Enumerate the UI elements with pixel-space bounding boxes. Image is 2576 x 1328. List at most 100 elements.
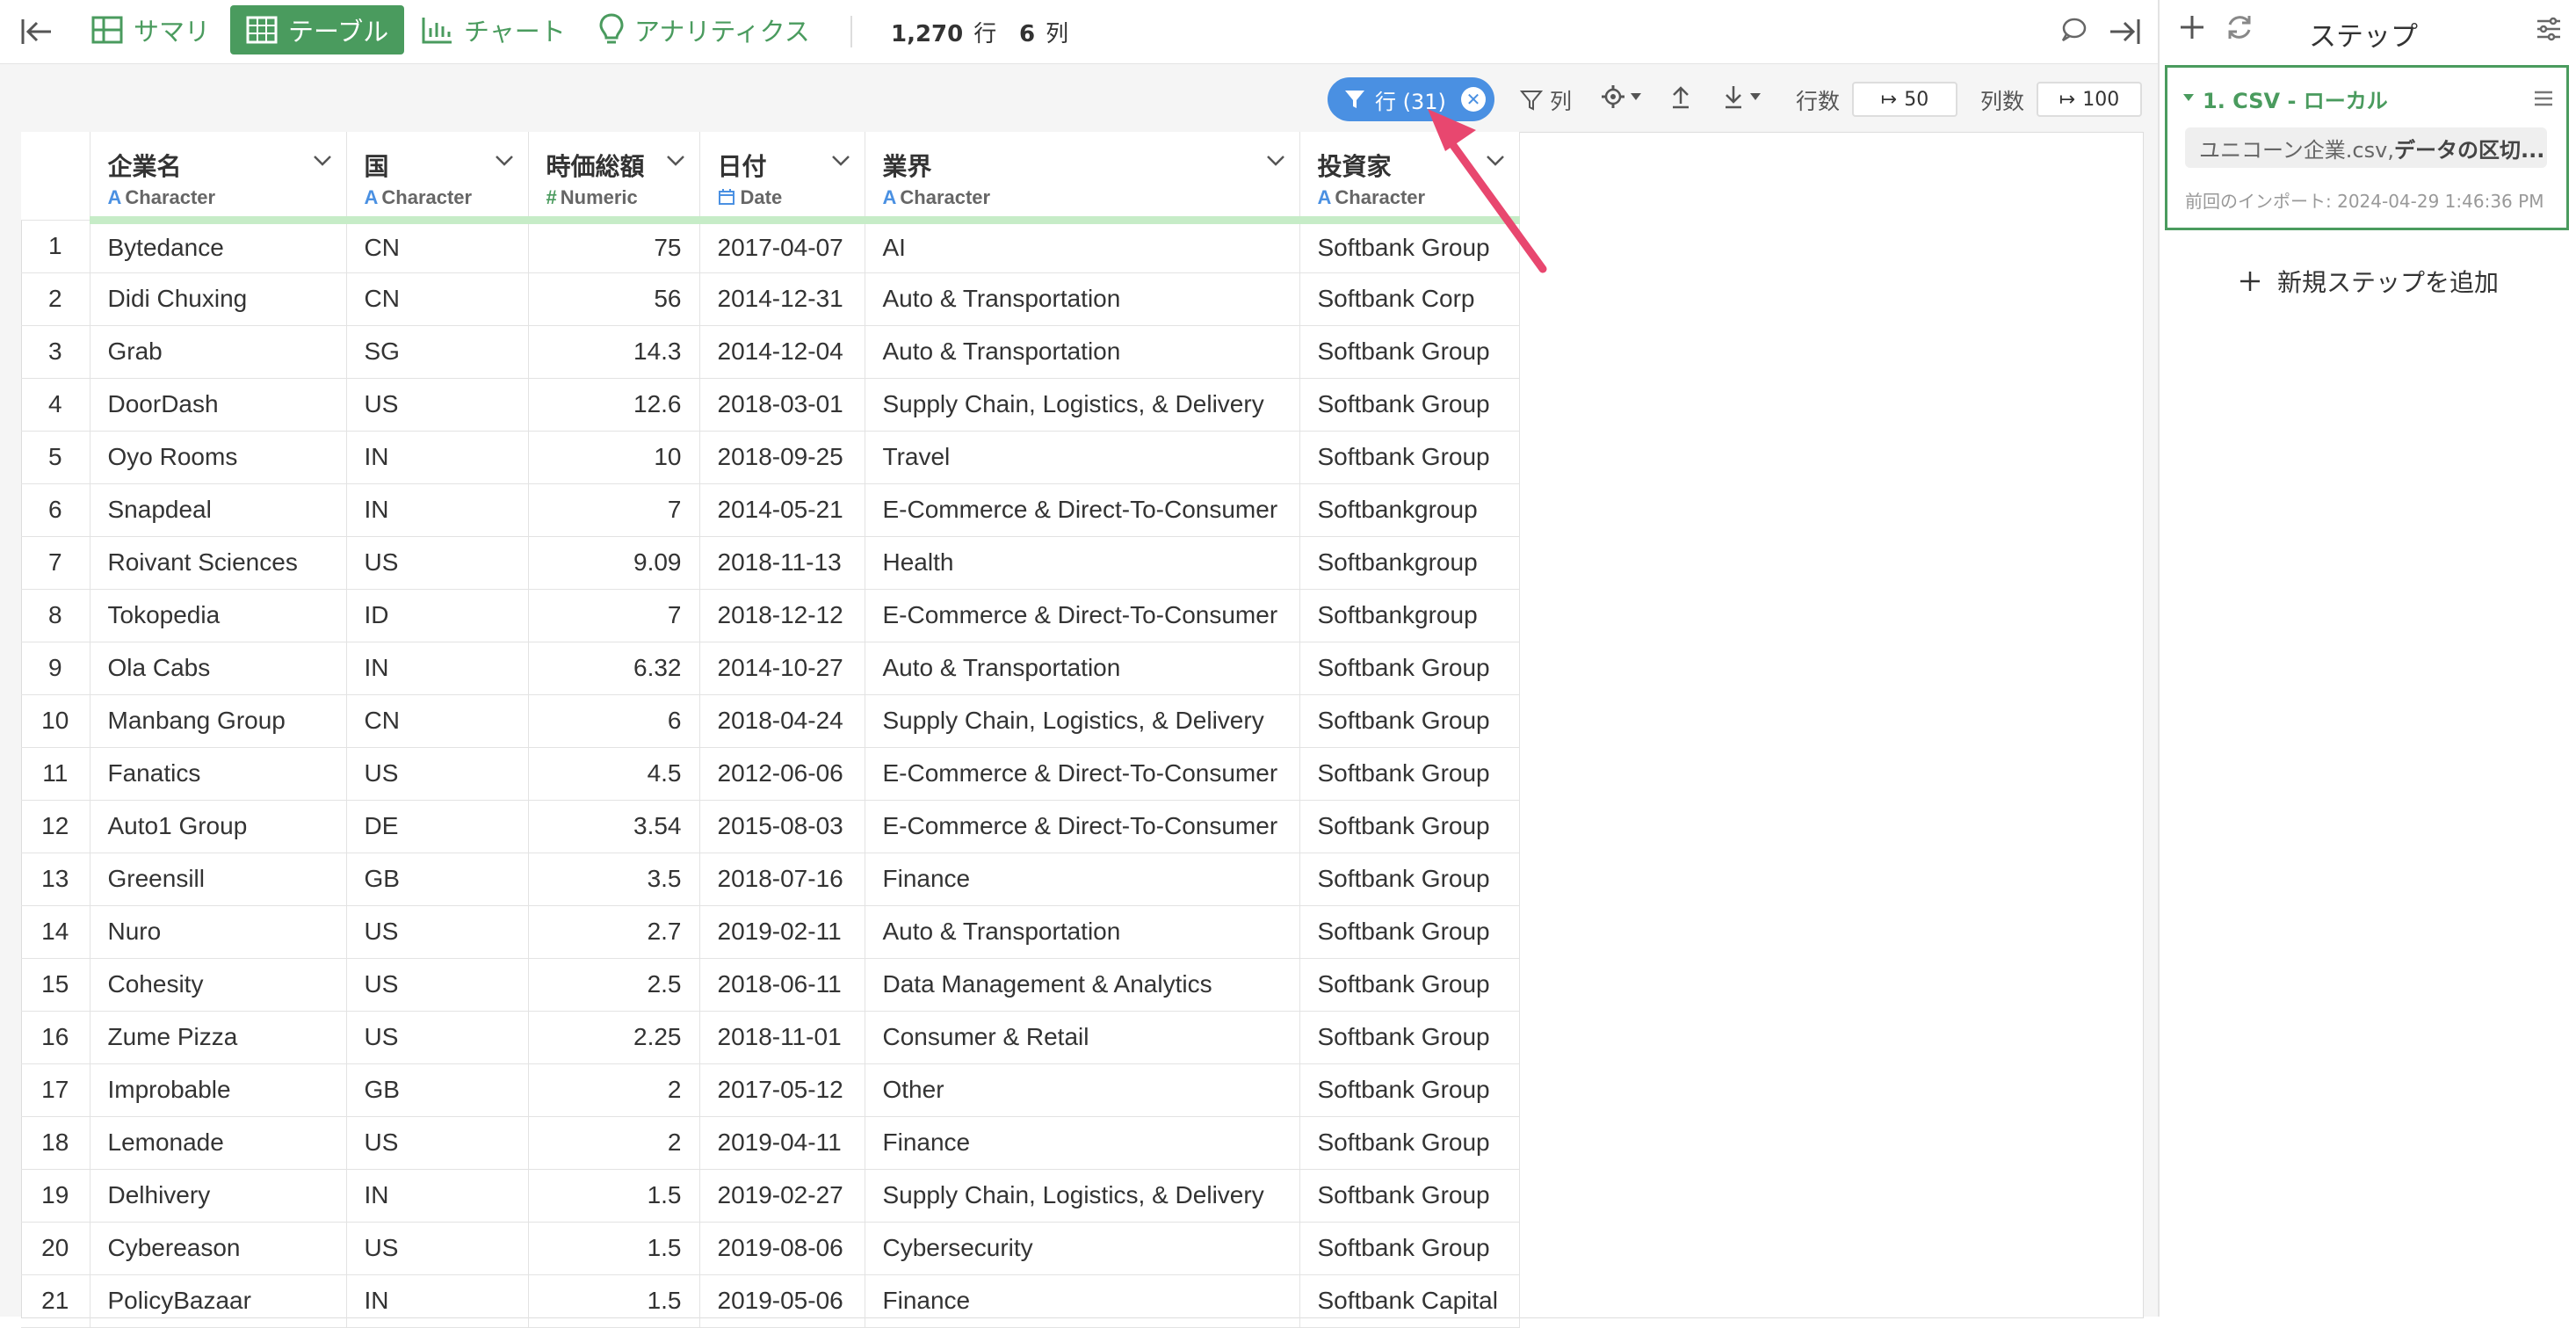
cell-date[interactable]: 2019-04-11 — [699, 1116, 865, 1170]
cell-investor[interactable]: Softbank Group — [1299, 642, 1520, 695]
table-row[interactable]: 3 Grab SG 14.3 2014-12-04 Auto & Transportati… — [21, 325, 1520, 379]
cell-industry[interactable]: E-Commerce & Direct-To-Consumer — [865, 589, 1300, 642]
cell-investor[interactable]: Softbankgroup — [1299, 483, 1520, 537]
cell-company[interactable]: Delhivery — [90, 1169, 347, 1223]
cell-investor[interactable]: Softbankgroup — [1299, 589, 1520, 642]
table-row[interactable]: 15 Cohesity US 2.5 2018-06-11 Data Management… — [21, 958, 1520, 1012]
cell-date[interactable]: 2014-10-27 — [699, 642, 865, 695]
add-step-button[interactable]: 新規ステップを追加 — [2239, 264, 2499, 299]
cell-market-cap[interactable]: 9.09 — [528, 536, 700, 590]
cell-market-cap[interactable]: 75 — [528, 220, 700, 273]
cell-investor[interactable]: Softbank Group — [1299, 905, 1520, 959]
cell-company[interactable]: Didi Chuxing — [90, 272, 347, 326]
cell-market-cap[interactable]: 2 — [528, 1063, 700, 1117]
cell-industry[interactable]: Auto & Transportation — [865, 325, 1300, 379]
cell-country[interactable]: DE — [346, 800, 529, 853]
settings-dropdown[interactable] — [1601, 84, 1643, 109]
cell-industry[interactable]: Auto & Transportation — [865, 272, 1300, 326]
collapse-left-icon[interactable] — [19, 14, 54, 53]
rows-limit-input[interactable]: ↦ 50 — [1852, 82, 1957, 117]
table-row[interactable]: 16 Zume Pizza US 2.25 2018-11-01 Consumer & R… — [21, 1011, 1520, 1064]
cell-date[interactable]: 2019-08-06 — [699, 1222, 865, 1275]
table-row[interactable]: 1 Bytedance CN 75 2017-04-07 AI Softbank Group — [21, 220, 1520, 273]
tab-summary[interactable]: サマリ — [91, 5, 210, 54]
cell-company[interactable]: Oyo Rooms — [90, 431, 347, 484]
table-row[interactable]: 17 Improbable GB 2 2017-05-12 Other Softbank G… — [21, 1063, 1520, 1117]
cell-market-cap[interactable]: 4.5 — [528, 747, 700, 801]
chevron-down-icon[interactable] — [666, 155, 685, 167]
collapse-right-icon[interactable] — [2107, 14, 2142, 53]
cell-company[interactable]: Fanatics — [90, 747, 347, 801]
cell-date[interactable]: 2014-12-04 — [699, 325, 865, 379]
chevron-down-icon[interactable] — [1266, 155, 1285, 167]
chevron-down-icon[interactable] — [495, 155, 514, 167]
table-row[interactable]: 11 Fanatics US 4.5 2012-06-06 E-Commerce & Di… — [21, 747, 1520, 801]
cell-country[interactable]: CN — [346, 220, 529, 273]
cell-date[interactable]: 2017-05-12 — [699, 1063, 865, 1117]
cell-country[interactable]: IN — [346, 483, 529, 537]
cell-date[interactable]: 2018-11-13 — [699, 536, 865, 590]
cell-company[interactable]: Lemonade — [90, 1116, 347, 1170]
cell-company[interactable]: DoorDash — [90, 378, 347, 432]
cell-country[interactable]: US — [346, 958, 529, 1012]
cell-market-cap[interactable]: 2 — [528, 1116, 700, 1170]
cell-date[interactable]: 2019-05-06 — [699, 1274, 865, 1328]
table-row[interactable]: 7 Roivant Sciences US 9.09 2018-11-13 Health S… — [21, 536, 1520, 590]
cell-date[interactable]: 2018-04-24 — [699, 694, 865, 748]
cell-market-cap[interactable]: 6.32 — [528, 642, 700, 695]
table-row[interactable]: 4 DoorDash US 12.6 2018-03-01 Supply Chain, L… — [21, 378, 1520, 432]
cell-industry[interactable]: Data Management & Analytics — [865, 958, 1300, 1012]
cell-industry[interactable]: Supply Chain, Logistics, & Delivery — [865, 378, 1300, 432]
cell-country[interactable]: US — [346, 378, 529, 432]
table-row[interactable]: 20 Cybereason US 1.5 2019-08-06 Cybersecurity… — [21, 1222, 1520, 1275]
cell-date[interactable]: 2012-06-06 — [699, 747, 865, 801]
cell-investor[interactable]: Softbank Group — [1299, 1063, 1520, 1117]
chevron-down-icon[interactable] — [831, 155, 850, 167]
add-icon[interactable] — [2177, 12, 2207, 46]
cell-market-cap[interactable]: 12.6 — [528, 378, 700, 432]
cell-country[interactable]: US — [346, 905, 529, 959]
table-row[interactable]: 2 Didi Chuxing CN 56 2014-12-31 Auto & Transp… — [21, 272, 1520, 326]
table-row[interactable]: 5 Oyo Rooms IN 10 2018-09-25 Travel Softbank G… — [21, 431, 1520, 484]
chevron-down-icon[interactable] — [313, 155, 332, 167]
cell-market-cap[interactable]: 6 — [528, 694, 700, 748]
column-header[interactable]: 企業名 A Character — [90, 132, 347, 224]
cell-date[interactable]: 2019-02-11 — [699, 905, 865, 959]
cell-market-cap[interactable]: 3.54 — [528, 800, 700, 853]
cell-market-cap[interactable]: 2.5 — [528, 958, 700, 1012]
column-header[interactable]: 国 A Character — [346, 132, 529, 224]
cell-investor[interactable]: Softbank Group — [1299, 800, 1520, 853]
comment-icon[interactable] — [2059, 16, 2088, 47]
cell-country[interactable]: CN — [346, 694, 529, 748]
cell-investor[interactable]: Softbank Group — [1299, 325, 1520, 379]
cell-industry[interactable]: Consumer & Retail — [865, 1011, 1300, 1064]
column-header[interactable]: 日付 Date — [699, 132, 865, 224]
cell-industry[interactable]: E-Commerce & Direct-To-Consumer — [865, 800, 1300, 853]
table-row[interactable]: 6 Snapdeal IN 7 2014-05-21 E-Commerce & Direc… — [21, 483, 1520, 537]
column-header[interactable]: 業界 A Character — [865, 132, 1300, 224]
cell-company[interactable]: Cybereason — [90, 1222, 347, 1275]
table-row[interactable]: 19 Delhivery IN 1.5 2019-02-27 Supply Chain, … — [21, 1169, 1520, 1223]
cell-market-cap[interactable]: 2.25 — [528, 1011, 700, 1064]
cell-industry[interactable]: Supply Chain, Logistics, & Delivery — [865, 1169, 1300, 1223]
cell-industry[interactable]: Health — [865, 536, 1300, 590]
cell-country[interactable]: IN — [346, 1169, 529, 1223]
cell-investor[interactable]: Softbank Group — [1299, 853, 1520, 906]
cell-company[interactable]: Nuro — [90, 905, 347, 959]
cell-country[interactable]: ID — [346, 589, 529, 642]
cell-country[interactable]: GB — [346, 853, 529, 906]
tab-analytics[interactable]: アナリティクス — [599, 5, 810, 54]
cell-investor[interactable]: Softbank Group — [1299, 747, 1520, 801]
cell-investor[interactable]: Softbank Group — [1299, 1011, 1520, 1064]
cell-company[interactable]: Snapdeal — [90, 483, 347, 537]
cell-investor[interactable]: Softbank Group — [1299, 1116, 1520, 1170]
table-row[interactable]: 21 PolicyBazaar IN 1.5 2019-05-06 Finance Soft… — [21, 1274, 1520, 1328]
cell-market-cap[interactable]: 7 — [528, 589, 700, 642]
cell-date[interactable]: 2018-06-11 — [699, 958, 865, 1012]
cell-market-cap[interactable]: 1.5 — [528, 1169, 700, 1223]
cell-investor[interactable]: Softbank Group — [1299, 378, 1520, 432]
cell-country[interactable]: IN — [346, 1274, 529, 1328]
tab-table[interactable]: テーブル — [230, 5, 405, 54]
cell-industry[interactable]: Finance — [865, 1274, 1300, 1328]
cell-country[interactable]: US — [346, 1011, 529, 1064]
